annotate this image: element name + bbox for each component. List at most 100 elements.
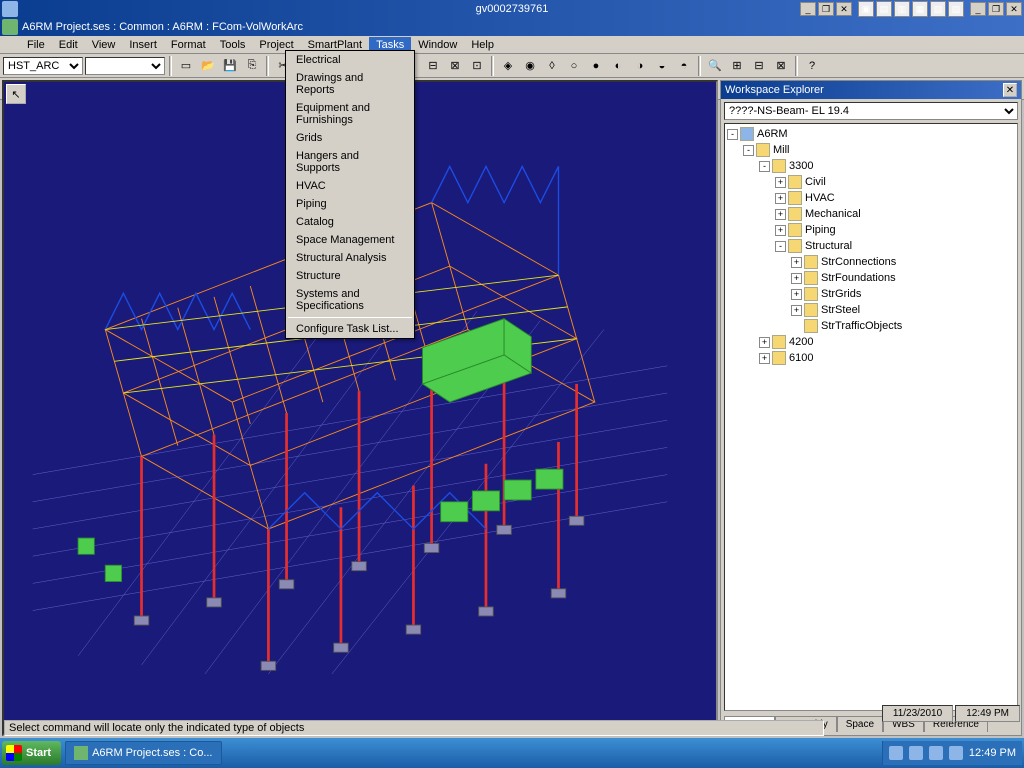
tree-node-3300[interactable]: -3300 (727, 158, 1015, 174)
outer-minimize-button[interactable]: _ (970, 2, 986, 16)
os-close-button[interactable]: ✕ (836, 2, 852, 16)
tree-node-mechanical[interactable]: +Mechanical (727, 206, 1015, 222)
menu-window[interactable]: Window (411, 37, 464, 53)
tree-node-strfoundations[interactable]: +StrFoundations (727, 270, 1015, 286)
outer-restore-button[interactable]: ❐ (988, 2, 1004, 16)
tree-node-civil[interactable]: +Civil (727, 174, 1015, 190)
tool-button[interactable]: ● (586, 56, 606, 76)
tool-button[interactable]: ◉ (520, 56, 540, 76)
expand-icon[interactable]: + (791, 273, 802, 284)
menu-file[interactable]: File (20, 37, 52, 53)
select-tool-icon[interactable]: ↖ (6, 84, 26, 104)
tray-icon[interactable] (909, 746, 923, 760)
menu-tools[interactable]: Tools (213, 37, 253, 53)
expand-icon[interactable]: + (791, 305, 802, 316)
menu-help[interactable]: Help (464, 37, 501, 53)
save-all-button[interactable]: ⎘ (242, 56, 262, 76)
new-button[interactable]: ▭ (176, 56, 196, 76)
expand-icon[interactable]: + (759, 353, 770, 364)
open-button[interactable]: 📂 (198, 56, 218, 76)
tray-icon[interactable] (949, 746, 963, 760)
os-restore-button[interactable]: ❐ (818, 2, 834, 16)
menu-item-grids[interactable]: Grids (286, 129, 414, 147)
save-button[interactable]: 💾 (220, 56, 240, 76)
tray-icon[interactable]: ▦ (912, 1, 928, 17)
menu-insert[interactable]: Insert (122, 37, 164, 53)
tool-button[interactable]: ◊ (542, 56, 562, 76)
menu-item-drawings-and-reports[interactable]: Drawings and Reports (286, 69, 414, 99)
tool-button[interactable]: ○ (564, 56, 584, 76)
outer-close-button[interactable]: ✕ (1006, 2, 1022, 16)
expand-icon[interactable]: + (791, 289, 802, 300)
tray-icon[interactable]: ▣ (858, 1, 874, 17)
tool-button[interactable]: ⊞ (727, 56, 747, 76)
menu-item-piping[interactable]: Piping (286, 195, 414, 213)
workspace-explorer-close-button[interactable]: ✕ (1003, 83, 1017, 97)
os-minimize-button[interactable]: _ (800, 2, 816, 16)
tool-button[interactable]: ⊡ (467, 56, 487, 76)
tree-node-4200[interactable]: +4200 (727, 334, 1015, 350)
help-button[interactable]: ? (802, 56, 822, 76)
tool-button[interactable]: ◒ (652, 56, 672, 76)
menu-item-structure[interactable]: Structure (286, 267, 414, 285)
workspace-explorer-title: Workspace Explorer (725, 84, 824, 96)
tool-button[interactable]: ◐ (608, 56, 628, 76)
expand-icon[interactable]: + (775, 177, 786, 188)
menu-item-electrical[interactable]: Electrical (286, 51, 414, 69)
menu-format[interactable]: Format (164, 37, 213, 53)
tray-icon[interactable]: ▥ (894, 1, 910, 17)
taskbar-app-button[interactable]: A6RM Project.ses : Co... (65, 741, 221, 765)
tool-button[interactable]: ⊠ (771, 56, 791, 76)
tool-button[interactable]: ◓ (674, 56, 694, 76)
menu-item-hangers-and-supports[interactable]: Hangers and Supports (286, 147, 414, 177)
tree-node-structural[interactable]: -Structural (727, 238, 1015, 254)
tool-button[interactable]: ◈ (498, 56, 518, 76)
expand-icon[interactable]: + (775, 225, 786, 236)
start-button[interactable]: Start (2, 741, 61, 765)
collapse-icon[interactable]: - (743, 145, 754, 156)
tree-node-strconnections[interactable]: +StrConnections (727, 254, 1015, 270)
tray-icon[interactable] (889, 746, 903, 760)
collapse-icon[interactable]: - (759, 161, 770, 172)
expand-icon[interactable]: + (791, 257, 802, 268)
view-combo[interactable]: HST_ARC (3, 57, 83, 75)
workspace-tree[interactable]: -A6RM-Mill-3300+Civil+HVAC+Mechanical+Pi… (724, 123, 1018, 711)
tree-node-strsteel[interactable]: +StrSteel (727, 302, 1015, 318)
secondary-combo[interactable] (85, 57, 165, 75)
tool-button[interactable]: ⊟ (749, 56, 769, 76)
expand-icon[interactable]: + (775, 193, 786, 204)
menu-item-catalog[interactable]: Catalog (286, 213, 414, 231)
tree-node-strtrafficobjects[interactable]: StrTrafficObjects (727, 318, 1015, 334)
zoom-button[interactable]: 🔍 (705, 56, 725, 76)
tray-icon[interactable]: ▨ (948, 1, 964, 17)
tray-icon[interactable]: ▤ (876, 1, 892, 17)
menu-item-systems-and-specifications[interactable]: Systems and Specifications (286, 285, 414, 315)
tree-node-a6rm[interactable]: -A6RM (727, 126, 1015, 142)
menu-edit[interactable]: Edit (52, 37, 85, 53)
menu-item-equipment-and-furnishings[interactable]: Equipment and Furnishings (286, 99, 414, 129)
tray-icon[interactable] (929, 746, 943, 760)
expand-icon[interactable]: + (759, 337, 770, 348)
tree-node-6100[interactable]: +6100 (727, 350, 1015, 366)
collapse-icon[interactable]: - (775, 241, 786, 252)
expand-icon[interactable]: + (775, 209, 786, 220)
menu-item-configure-task-list[interactable]: Configure Task List... (286, 320, 414, 338)
folder-icon (740, 127, 754, 141)
tab-space[interactable]: Space (837, 716, 883, 732)
tray-icon[interactable]: ▧ (930, 1, 946, 17)
menu-item-structural-analysis[interactable]: Structural Analysis (286, 249, 414, 267)
tree-node-mill[interactable]: -Mill (727, 142, 1015, 158)
tree-node-hvac[interactable]: +HVAC (727, 190, 1015, 206)
tool-button[interactable]: ⊟ (423, 56, 443, 76)
menu-item-space-management[interactable]: Space Management (286, 231, 414, 249)
tree-node-piping[interactable]: +Piping (727, 222, 1015, 238)
menu-view[interactable]: View (85, 37, 123, 53)
tool-button[interactable]: ◑ (630, 56, 650, 76)
tool-button[interactable]: ⊠ (445, 56, 465, 76)
menu-item-hvac[interactable]: HVAC (286, 177, 414, 195)
workspace-filter-combo[interactable]: ????-NS-Beam- EL 19.4 (724, 102, 1018, 120)
tree-node-strgrids[interactable]: +StrGrids (727, 286, 1015, 302)
tree-label: StrTrafficObjects (821, 320, 902, 332)
app-title-text: A6RM Project.ses : Common : A6RM : FCom-… (22, 21, 303, 33)
collapse-icon[interactable]: - (727, 129, 738, 140)
